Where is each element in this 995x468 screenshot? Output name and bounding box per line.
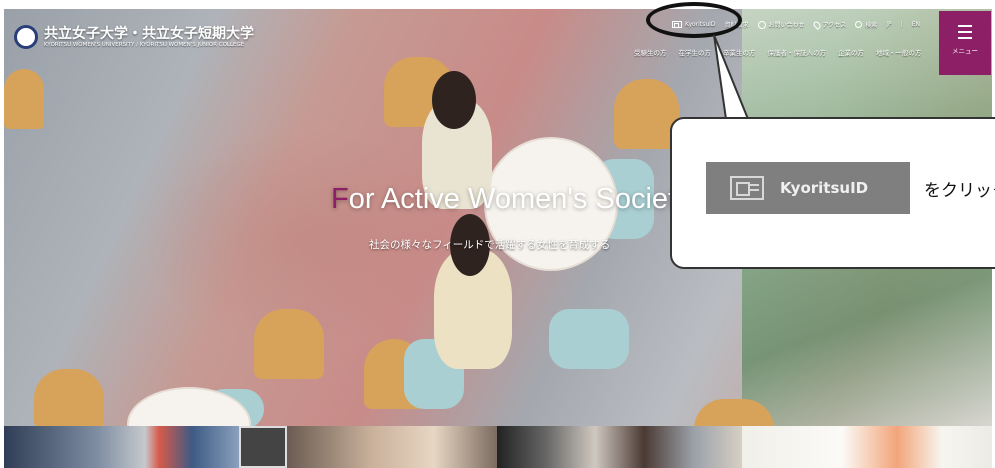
contact-label: お問い合わせ: [768, 22, 805, 29]
hamburger-icon: [958, 25, 972, 39]
thumbnail[interactable]: [4, 426, 239, 468]
access-link[interactable]: アクセス: [811, 19, 847, 30]
chair: [254, 309, 324, 379]
nav-companies[interactable]: 企業の方: [838, 47, 864, 57]
callout-tail: [713, 34, 750, 123]
search-label: 検索: [865, 22, 878, 29]
chair: [34, 369, 104, 426]
kyoritsu-id-button-zoom: KyoritsuID: [706, 162, 910, 214]
menu-label: メニュー: [952, 47, 978, 55]
search-icon: [855, 21, 863, 28]
instruction-callout: KyoritsuID をクリック: [670, 117, 995, 269]
tagline-rest: or Active Women's Society: [348, 183, 691, 215]
kyoritsu-id-zoom-label: KyoritsuID: [780, 179, 869, 197]
thumbnail[interactable]: [742, 426, 992, 468]
university-logo-icon[interactable]: [14, 25, 38, 49]
thumbnail[interactable]: [239, 426, 287, 468]
chair: [4, 69, 44, 129]
hero-subtagline: 社会の様々なフィールドで活躍する女性を育成する: [369, 239, 611, 251]
lang-en-link[interactable]: EN: [912, 21, 920, 28]
chair: [549, 309, 629, 369]
highlight-ellipse: [646, 2, 742, 38]
student-hair: [432, 71, 476, 129]
contact-link[interactable]: お問い合わせ: [757, 20, 805, 29]
click-instruction: をクリック: [924, 181, 995, 201]
access-label: アクセス: [822, 22, 847, 29]
thumbnail[interactable]: [497, 426, 742, 468]
thumbnail[interactable]: [287, 426, 497, 468]
search-link[interactable]: 検索: [855, 20, 877, 29]
lang-jp-link[interactable]: JP: [886, 21, 891, 28]
thumbnail-strip: [4, 426, 992, 468]
logo-subtitle: KYORITSU WOMEN'S UNIVERSITY / KYORITSU W…: [44, 42, 245, 48]
nav-prospective-students[interactable]: 受験生の方: [634, 47, 667, 57]
logo-title[interactable]: 共立女子大学・共立女子短期大学: [44, 23, 254, 43]
lang-separator: |: [900, 21, 903, 28]
contact-icon: [757, 20, 766, 29]
menu-button[interactable]: メニュー: [939, 11, 991, 75]
id-card-icon: [730, 176, 764, 200]
hero-tagline: For Active Women's Society: [331, 183, 691, 216]
nav-community[interactable]: 地域・一般の方: [876, 47, 922, 57]
map-pin-icon: [811, 19, 822, 30]
tagline-initial: F: [331, 183, 349, 215]
